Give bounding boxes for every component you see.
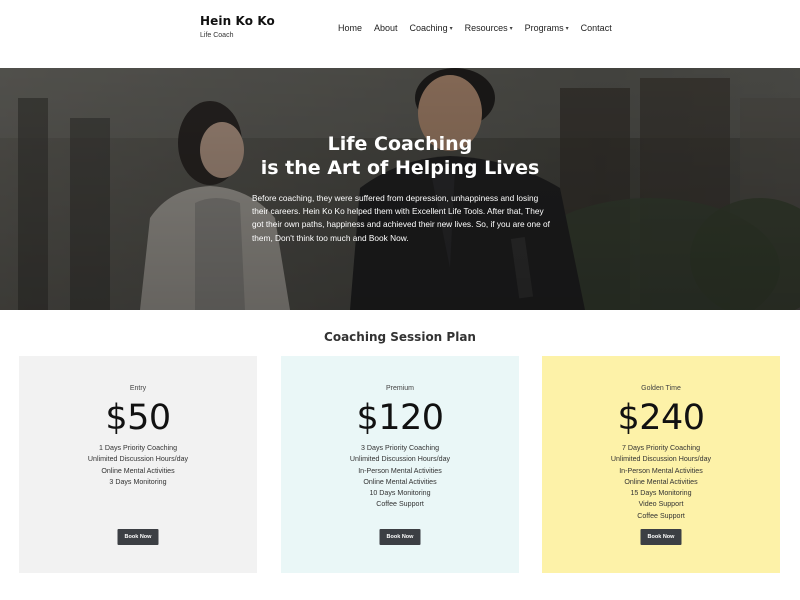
nav-coaching-label: Coaching [409, 23, 448, 33]
feature-item: Unlimited Discussion Hours/day [610, 455, 712, 464]
feature-item: 1 Days Priority Coaching [98, 444, 178, 452]
feature-item: Coffee Support [376, 500, 424, 509]
plan-tier: Entry [129, 385, 147, 392]
feature-list: 7 Days Priority Coaching Unlimited Discu… [542, 443, 780, 522]
plan-tier: Golden Time [641, 385, 681, 392]
plan-card-entry: Entry $50 1 Days Priority Coaching Unlim… [19, 356, 257, 573]
nav-programs-label: Programs [524, 23, 564, 33]
hero-title-line2: is the Art of Helping Lives [260, 157, 540, 179]
book-now-button[interactable]: Book Now [640, 529, 682, 545]
plan-card-premium: Premium $120 3 Days Priority Coaching Un… [281, 356, 519, 573]
feature-item: Coffee Support [637, 511, 685, 520]
hero-background-image [0, 68, 800, 310]
hero-banner: Life Coaching is the Art of Helping Live… [0, 68, 800, 310]
brand-tagline: Life Coach [200, 32, 234, 39]
feature-item: Unlimited Discussion Hours/day [349, 455, 451, 464]
hero-heading: Life Coaching is the Art of Helping Live… [0, 132, 800, 180]
nav-home-label: Home [338, 23, 363, 33]
feature-list: 3 Days Priority Coaching Unlimited Discu… [281, 443, 519, 511]
feature-item: In-Person Mental Activities [619, 466, 703, 475]
brand[interactable]: Hein Ko Ko Life Coach [200, 14, 275, 39]
nav-home[interactable]: Home [338, 23, 362, 33]
feature-item: Online Mental Activities [624, 477, 698, 486]
feature-item: Unlimited Discussion Hours/day [87, 455, 189, 464]
nav-coaching[interactable]: Coaching ▾ [410, 23, 453, 33]
nav-contact[interactable]: Contact [581, 23, 612, 33]
feature-item: 3 Days Monitoring [109, 477, 167, 486]
plan-card-golden-time: Golden Time $240 7 Days Priority Coachin… [542, 356, 780, 573]
nav-about[interactable]: About [374, 23, 398, 33]
section-title: Coaching Session Plan [324, 330, 476, 344]
feature-item: 10 Days Monitoring [369, 489, 431, 498]
feature-item: Online Mental Activities [101, 466, 175, 475]
site-header: Hein Ko Ko Life Coach Home About Coachin… [0, 0, 800, 68]
feature-item: Video Support [638, 500, 684, 509]
hero-description: Before coaching, they were suffered from… [252, 193, 550, 243]
chevron-down-icon: ▾ [509, 25, 513, 32]
plan-price: $240 [617, 398, 705, 438]
feature-item: 7 Days Priority Coaching [621, 444, 701, 452]
nav-about-label: About [374, 23, 398, 33]
plan-price: $120 [356, 398, 444, 438]
plan-tier: Premium [385, 385, 414, 392]
nav-resources-label: Resources [464, 23, 508, 33]
feature-item: 3 Days Priority Coaching [360, 444, 440, 452]
nav-resources[interactable]: Resources ▾ [465, 23, 513, 33]
brand-name[interactable]: Hein Ko Ko [200, 14, 275, 28]
feature-item: In-Person Mental Activities [358, 466, 442, 475]
feature-item: Online Mental Activities [363, 477, 437, 486]
book-now-button[interactable]: Book Now [379, 529, 421, 545]
hero-title-line1: Life Coaching [327, 133, 473, 155]
book-now-button[interactable]: Book Now [117, 529, 159, 545]
main-nav: Home About Coaching ▾ Resources ▾ Programs… [338, 23, 612, 33]
nav-programs[interactable]: Programs ▾ [525, 23, 569, 33]
feature-item: 15 Days Monitoring [630, 489, 692, 498]
chevron-down-icon: ▾ [565, 25, 569, 32]
feature-list: 1 Days Priority Coaching Unlimited Discu… [19, 443, 257, 488]
nav-contact-label: Contact [580, 23, 612, 33]
plan-price: $50 [105, 398, 171, 438]
chevron-down-icon: ▾ [449, 25, 453, 32]
